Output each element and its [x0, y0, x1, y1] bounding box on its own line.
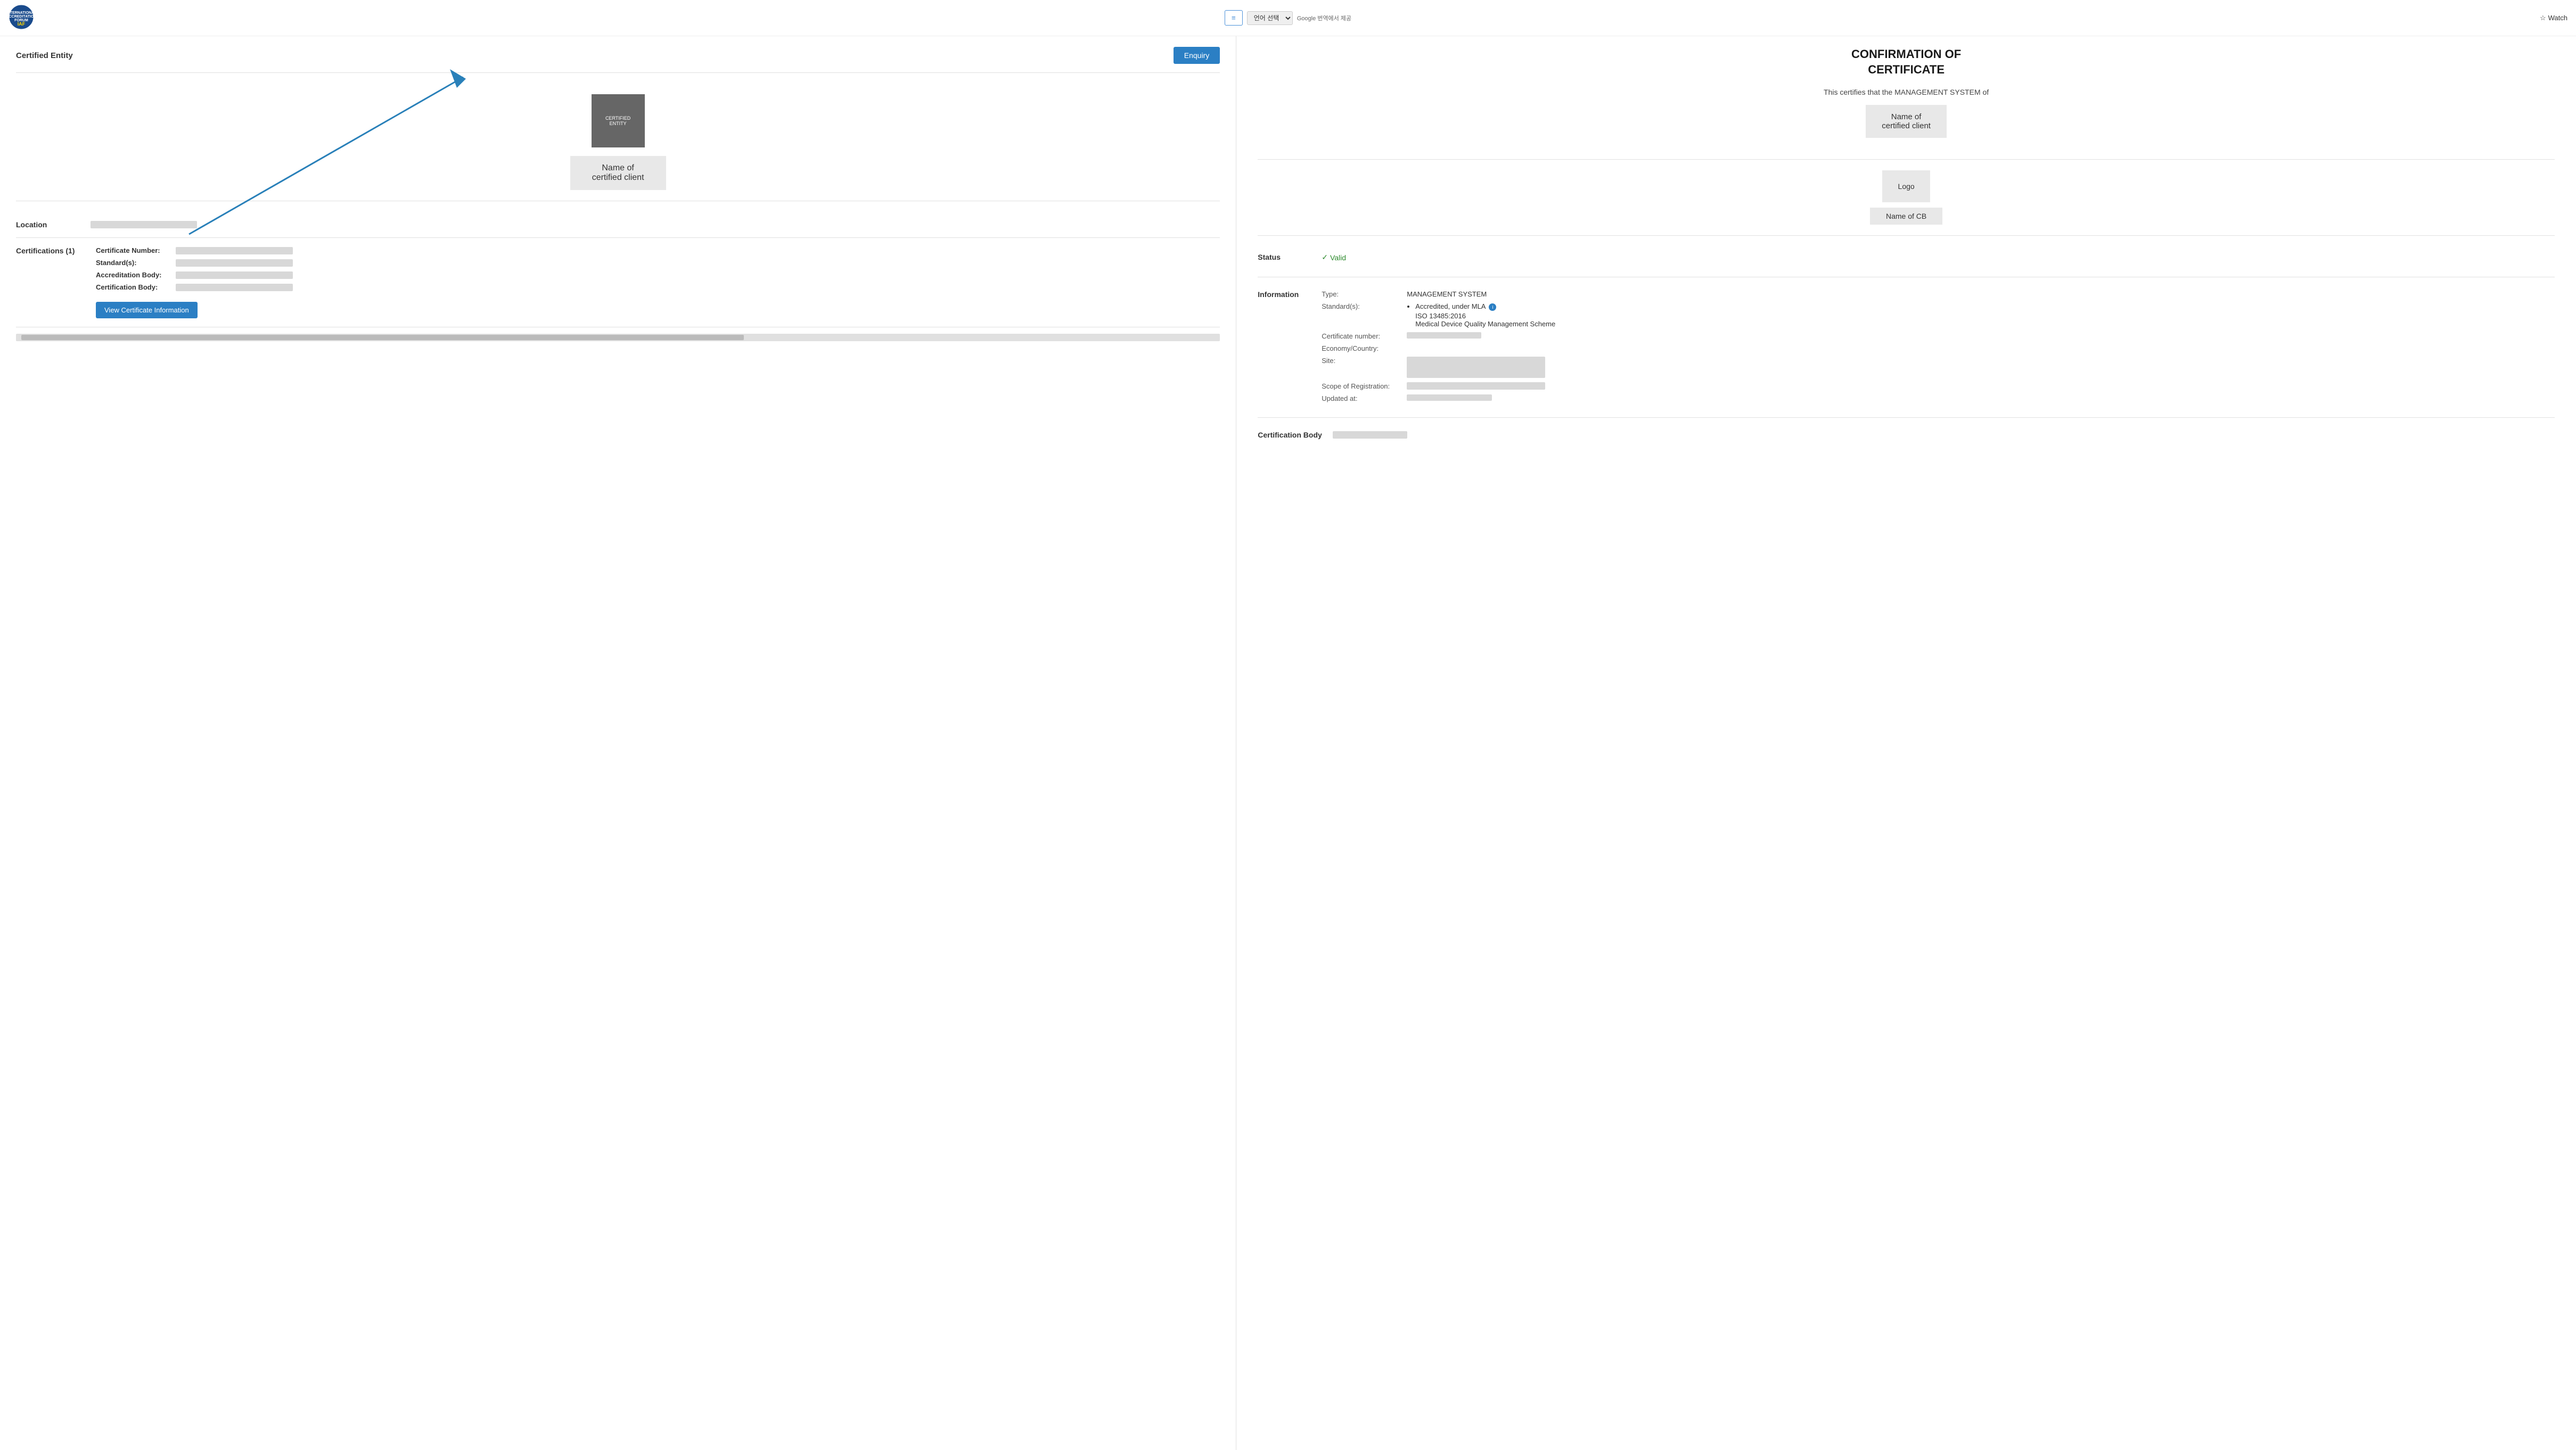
cert-body-section-value	[1333, 431, 1407, 439]
hamburger-icon: ≡	[1232, 14, 1236, 22]
scroll-thumb	[21, 335, 744, 340]
cert-body-row: Certification Body:	[96, 283, 1220, 291]
svg-text:INTERNATIONAL: INTERNATIONAL	[9, 11, 34, 15]
main-layout: Certified Entity Enquiry CERTIFIED ENTIT…	[0, 36, 2576, 1450]
scheme-text: Medical Device Quality Management Scheme	[1415, 320, 2555, 328]
cb-section: Logo Name of CB	[1258, 170, 2555, 236]
information-section: Information Type: MANAGEMENT SYSTEM Stan…	[1258, 284, 2555, 418]
accredited-item: Accredited, under MLA i	[1415, 302, 2555, 311]
location-section: Location	[16, 212, 1220, 238]
accreditation-value	[176, 271, 293, 279]
location-label: Location	[16, 220, 80, 229]
standards-row: Standard(s):	[96, 259, 1220, 267]
check-icon: ✓	[1322, 253, 1328, 262]
site-row: Site:	[1322, 357, 2555, 378]
status-row: Status ✓ Valid	[1258, 253, 2555, 262]
standards-value	[176, 259, 293, 267]
updated-label: Updated at:	[1322, 394, 1396, 402]
certifies-text: This certifies that the MANAGEMENT SYSTE…	[1258, 88, 2555, 96]
certified-entity-label: Certified Entity	[16, 51, 73, 60]
cert-details: Certificate Number: Standard(s): Accredi…	[96, 246, 1220, 318]
confirmation-title: CONFIRMATION OF CERTIFICATE	[1258, 47, 2555, 77]
svg-text:IAF: IAF	[18, 21, 26, 27]
scope-value	[1407, 382, 1545, 390]
type-row: Type: MANAGEMENT SYSTEM	[1322, 290, 2555, 298]
cb-logo-box: Logo	[1882, 170, 1930, 202]
left-panel-header: Certified Entity Enquiry	[16, 47, 1220, 73]
right-client-section: Name of certified client	[1258, 105, 2555, 160]
title-line2: CERTIFICATE	[1258, 62, 2555, 78]
nav-center: ≡ 언어 선택 Google 번역에서 제공	[1225, 10, 1351, 26]
cert-body-label: Certification Body:	[96, 283, 176, 291]
star-icon: ☆	[2540, 14, 2546, 22]
standards-info-label: Standard(s):	[1322, 302, 1396, 310]
information-row: Information Type: MANAGEMENT SYSTEM Stan…	[1258, 290, 2555, 402]
mla-icon: i	[1489, 303, 1496, 311]
cert-number-value	[176, 247, 293, 254]
right-panel: CONFIRMATION OF CERTIFICATE This certifi…	[1236, 36, 2576, 1450]
title-line1: CONFIRMATION OF	[1258, 47, 2555, 62]
certifications-section: Certifications (1) Certificate Number: S…	[16, 238, 1220, 327]
view-cert-button[interactable]: View Certificate Information	[96, 302, 198, 318]
information-label: Information	[1258, 290, 1311, 299]
left-panel: Certified Entity Enquiry CERTIFIED ENTIT…	[0, 36, 1236, 1450]
scope-label: Scope of Registration:	[1322, 382, 1396, 390]
cert-number-info-row: Certificate number:	[1322, 332, 2555, 340]
entity-name: Name of certified client	[592, 163, 644, 182]
google-translate-label: Google 번역에서 제공	[1297, 14, 1351, 22]
top-nav: INTERNATIONAL ACCREDITATION FORUM IAF ≡ …	[0, 0, 2576, 36]
site-label: Site:	[1322, 357, 1396, 365]
cert-body-value	[176, 284, 293, 291]
scope-row: Scope of Registration:	[1322, 382, 2555, 390]
language-select[interactable]: 언어 선택	[1247, 11, 1293, 25]
enquiry-button[interactable]: Enquiry	[1174, 47, 1220, 64]
standards-info-value: Accredited, under MLA i ISO 13485:2016 M…	[1407, 302, 2555, 328]
cb-name-box: Name of CB	[1870, 208, 1942, 225]
status-section: Status ✓ Valid	[1258, 246, 2555, 277]
cert-number-label: Certificate Number:	[96, 246, 176, 254]
updated-row: Updated at:	[1322, 394, 2555, 402]
entity-section: CERTIFIED ENTITY Name of certified clien…	[16, 84, 1220, 201]
location-value	[91, 221, 197, 228]
updated-value	[1407, 394, 1492, 401]
type-value: MANAGEMENT SYSTEM	[1407, 290, 2555, 298]
cert-body-section-label: Certification Body	[1258, 431, 1322, 439]
site-value	[1407, 357, 1545, 378]
client-name-box: Name of certified client	[1866, 105, 1947, 138]
watch-button[interactable]: ☆ Watch	[2540, 14, 2567, 22]
cert-number-row: Certificate Number:	[96, 246, 1220, 254]
standards-info-row: Standard(s): Accredited, under MLA i ISO…	[1322, 302, 2555, 328]
iaf-logo: INTERNATIONAL ACCREDITATION FORUM IAF	[9, 4, 34, 31]
standards-label: Standard(s):	[96, 259, 176, 267]
entity-logo: CERTIFIED ENTITY	[592, 94, 645, 147]
hamburger-button[interactable]: ≡	[1225, 10, 1243, 26]
cb-logo-label: Logo	[1898, 182, 1915, 191]
economy-label: Economy/Country:	[1322, 344, 1396, 352]
info-details: Type: MANAGEMENT SYSTEM Standard(s): Acc…	[1322, 290, 2555, 402]
accreditation-label: Accreditation Body:	[96, 271, 176, 279]
certifications-label: Certifications (1)	[16, 246, 85, 318]
cb-name: Name of CB	[1886, 212, 1926, 220]
type-label: Type:	[1322, 290, 1396, 298]
horizontal-scrollbar[interactable]	[16, 334, 1220, 341]
watch-label: Watch	[2548, 14, 2567, 22]
cert-body-section: Certification Body	[1258, 424, 2555, 446]
client-name: Name of certified client	[1882, 112, 1931, 130]
cert-number-info-label: Certificate number:	[1322, 332, 1396, 340]
iso-text: ISO 13485:2016	[1415, 312, 2555, 320]
status-label: Status	[1258, 253, 1311, 261]
economy-row: Economy/Country:	[1322, 344, 2555, 352]
cert-number-info-value	[1407, 332, 1481, 339]
svg-text:ACCREDITATION: ACCREDITATION	[9, 15, 34, 19]
entity-name-box: Name of certified client	[570, 156, 666, 190]
accreditation-row: Accreditation Body:	[96, 271, 1220, 279]
status-value: ✓ Valid	[1322, 253, 1346, 262]
valid-text: Valid	[1330, 253, 1346, 262]
